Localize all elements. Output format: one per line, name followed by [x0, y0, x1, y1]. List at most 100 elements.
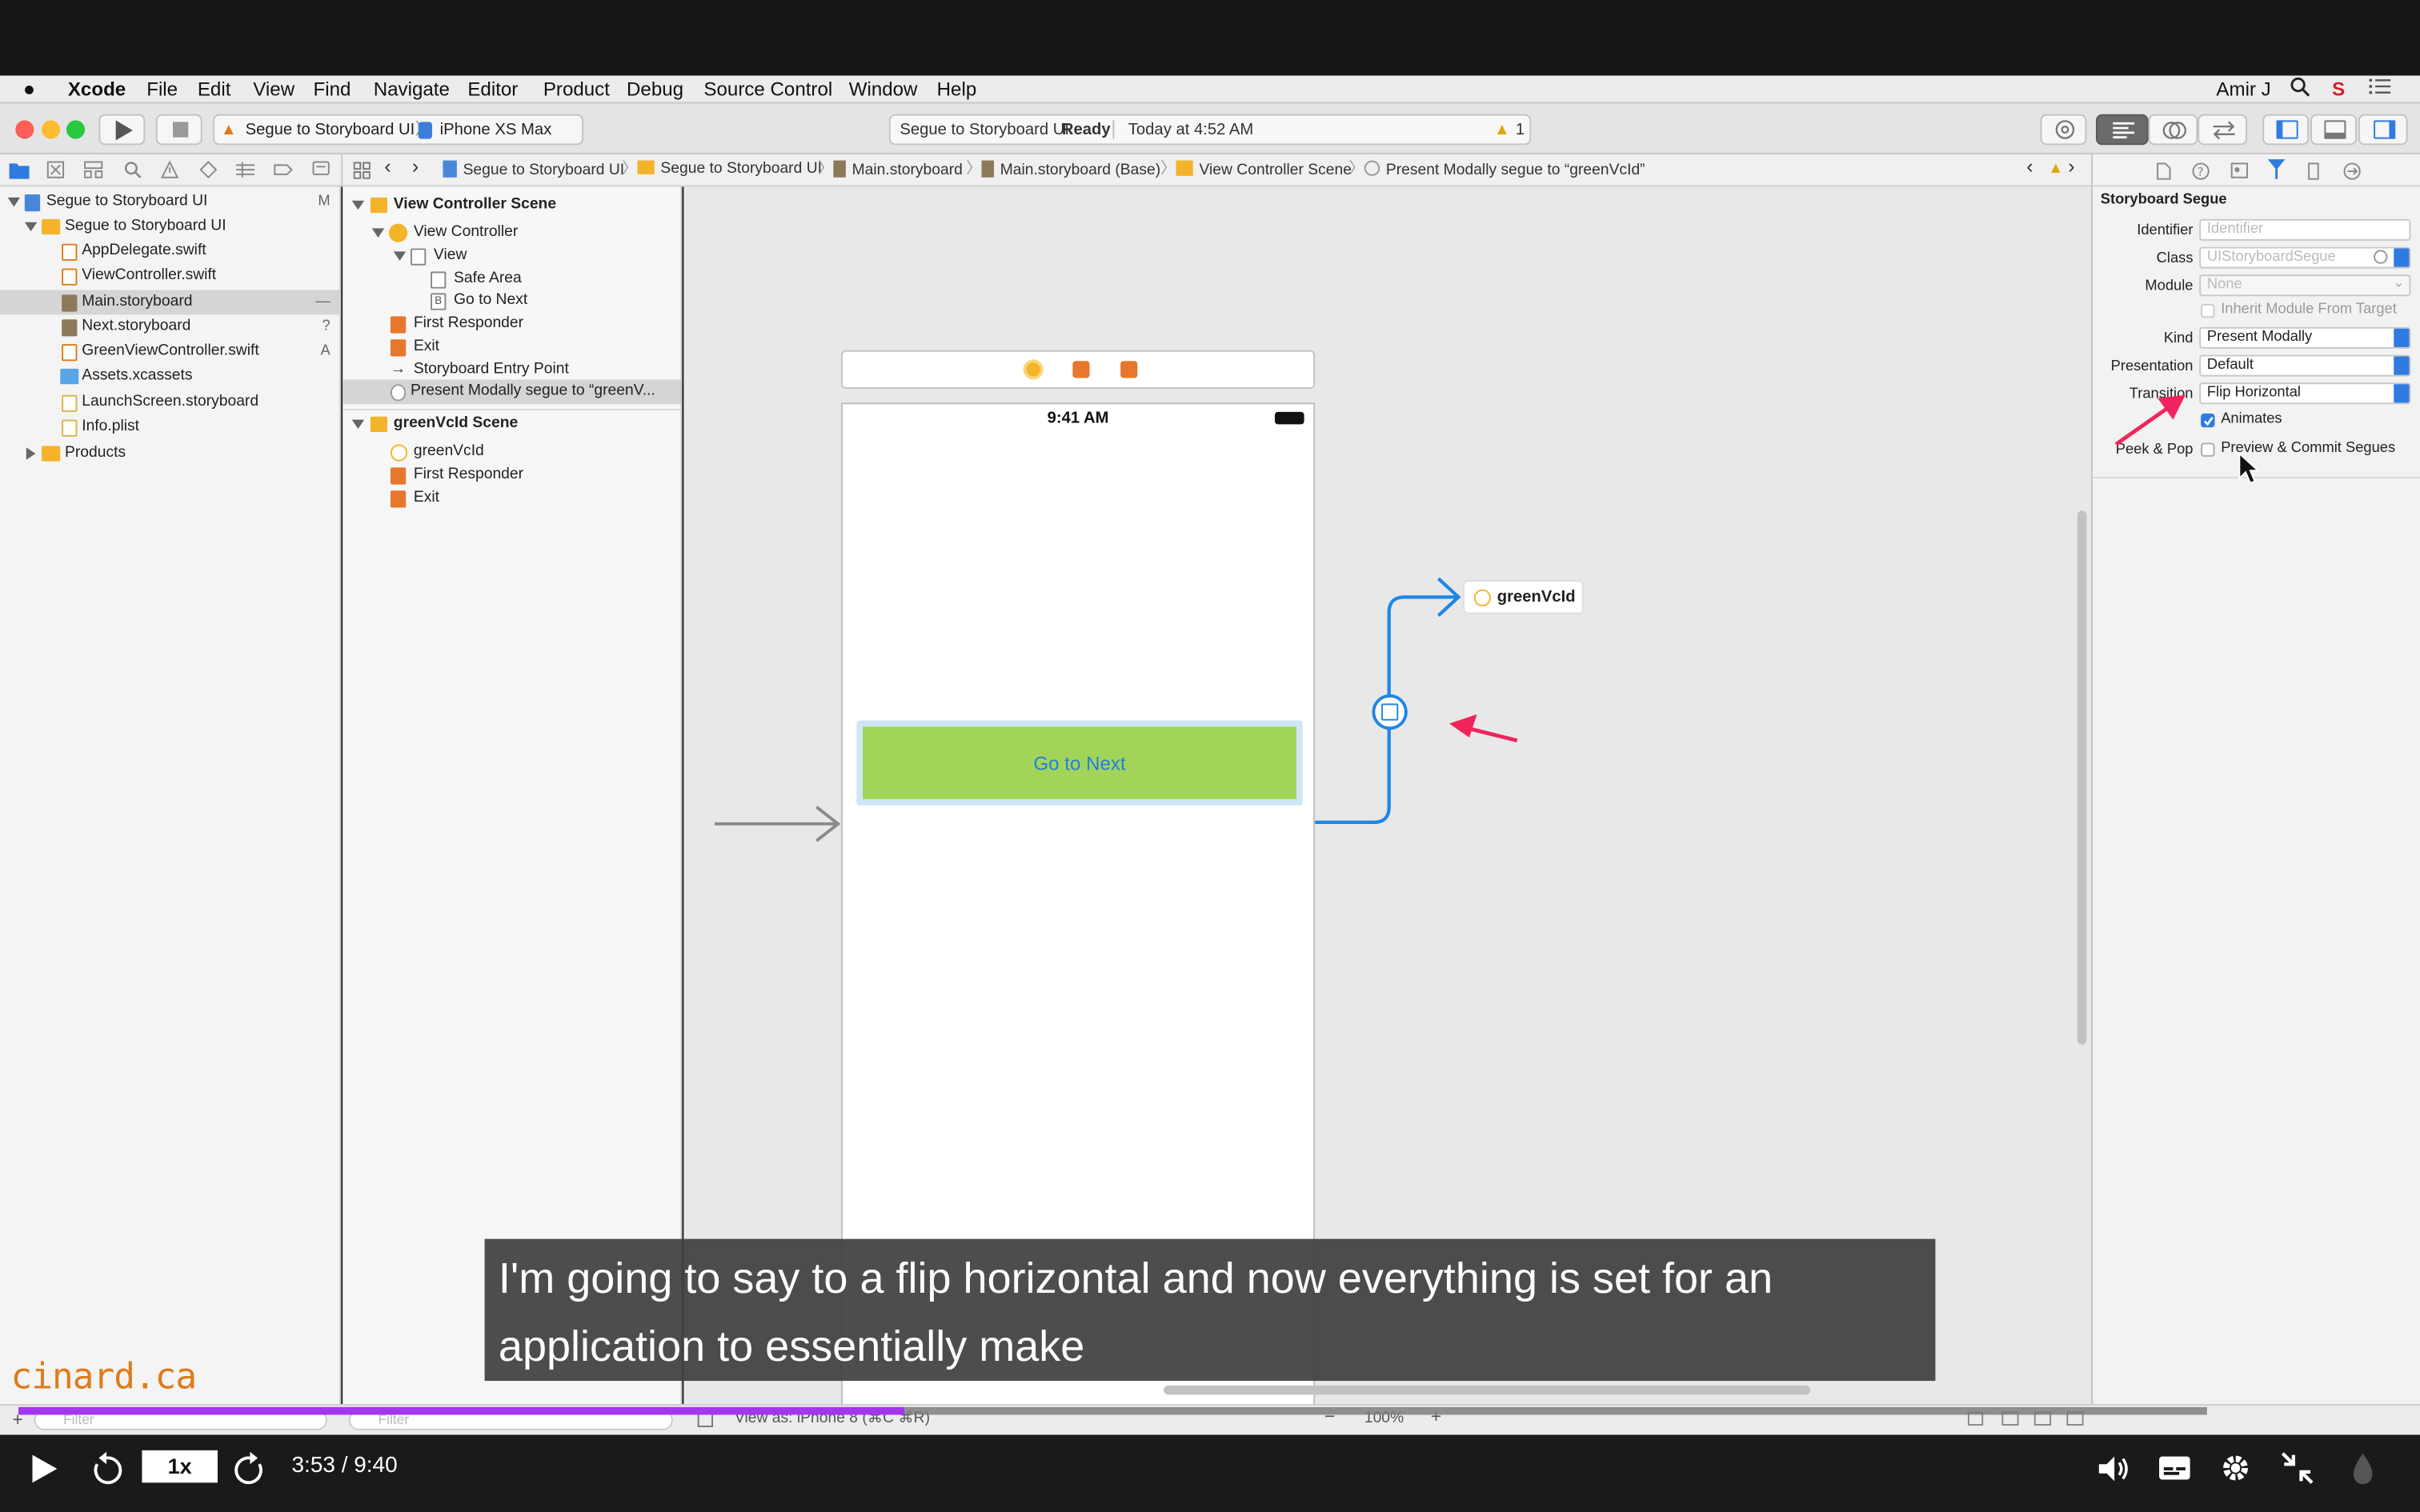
peek-pop-checkbox[interactable]	[2201, 442, 2215, 457]
navigator-item-viewcontroller[interactable]: ViewController.swift	[0, 264, 339, 289]
menu-source-control[interactable]: Source Control	[703, 77, 832, 102]
identity-inspector-icon[interactable]	[2230, 162, 2249, 178]
transition-popup[interactable]: Flip Horizontal	[2199, 382, 2411, 405]
disclosure-triangle-icon[interactable]	[371, 228, 385, 238]
connections-inspector-icon[interactable]	[2343, 162, 2362, 180]
quick-help-icon[interactable]: ?	[2192, 162, 2210, 180]
menu-help[interactable]: Help	[937, 77, 977, 102]
outline-item-go-to-next[interactable]: B Go to Next	[343, 289, 680, 314]
exit-fullscreen-icon[interactable]	[2281, 1452, 2314, 1485]
breadcrumb-scene[interactable]: View Controller Scene	[1176, 160, 1352, 181]
rewind-icon[interactable]	[90, 1450, 123, 1487]
attributes-inspector-icon[interactable]	[2267, 159, 2286, 181]
menu-file[interactable]: File	[146, 77, 178, 102]
standard-editor-button[interactable]	[2095, 114, 2149, 146]
library-button[interactable]	[2040, 114, 2087, 146]
animates-checkbox[interactable]	[2201, 413, 2215, 428]
navigator-item-products[interactable]: Products	[0, 442, 339, 466]
inherit-module-checkbox[interactable]	[2201, 303, 2215, 318]
issue-navigator-icon[interactable]	[160, 160, 179, 179]
settings-gear-icon[interactable]	[2219, 1452, 2252, 1485]
vertical-scrollbar[interactable]	[2077, 510, 2087, 1045]
disclosure-triangle-icon[interactable]	[351, 419, 365, 430]
report-navigator-icon[interactable]	[312, 161, 331, 179]
disclosure-triangle-icon[interactable]	[26, 447, 36, 460]
breadcrumb-storyboard[interactable]: Main.storyboard	[833, 160, 963, 181]
find-navigator-icon[interactable]	[123, 161, 142, 179]
disclosure-triangle-icon[interactable]	[24, 222, 38, 232]
class-field[interactable]: UIStoryboardSegue	[2199, 246, 2411, 269]
menu-user[interactable]: Amir J	[2216, 77, 2270, 102]
outline-item-green-scene[interactable]: greenVcId Scene	[343, 412, 680, 437]
close-window-button[interactable]	[15, 120, 34, 139]
entry-point-arrow-icon[interactable]	[714, 804, 844, 844]
destination-scene[interactable]: greenVcId	[1463, 580, 1584, 614]
outline-item-exit[interactable]: Exit	[343, 334, 680, 359]
captions-icon[interactable]	[2158, 1455, 2191, 1482]
file-inspector-icon[interactable]	[2156, 162, 2171, 180]
apple-icon[interactable]: ●	[23, 77, 35, 102]
stop-button[interactable]	[155, 114, 202, 146]
outline-item-scene[interactable]: View Controller Scene	[343, 193, 680, 218]
menu-navigate[interactable]: Navigate	[374, 77, 450, 102]
outline-item-view[interactable]: View	[343, 244, 680, 269]
chevron-down-icon[interactable]	[2394, 248, 2410, 267]
navigator-item-assets[interactable]: Assets.xcassets	[0, 364, 339, 389]
outline-item-segue[interactable]: Present Modally segue to “greenV...	[343, 379, 681, 405]
navigator-item-group[interactable]: Segue to Storyboard UI	[0, 214, 339, 239]
menu-edit[interactable]: Edit	[198, 77, 231, 102]
menu-view[interactable]: View	[253, 77, 294, 102]
first-responder-dock-icon[interactable]	[1072, 361, 1090, 378]
navigator-item-appdelegate[interactable]: AppDelegate.swift	[0, 239, 339, 264]
menu-window[interactable]: Window	[849, 77, 918, 102]
project-navigator-icon[interactable]	[9, 161, 30, 179]
playback-speed-button[interactable]: 1x	[142, 1450, 218, 1483]
assistant-editor-button[interactable]	[2148, 114, 2198, 146]
menu-product[interactable]: Product	[543, 77, 610, 102]
test-navigator-icon[interactable]	[199, 161, 218, 179]
notification-list-icon[interactable]	[2369, 77, 2391, 102]
warning-count[interactable]: 1	[1516, 116, 1525, 144]
exit-dock-icon[interactable]	[1120, 361, 1138, 378]
disclosure-triangle-icon[interactable]	[351, 200, 365, 210]
menu-app[interactable]: Xcode	[68, 77, 126, 102]
navigator-item-main-storyboard[interactable]: Main.storyboard —	[0, 290, 340, 315]
toggle-debug-area-button[interactable]	[2310, 114, 2357, 146]
volume-icon[interactable]	[2097, 1454, 2131, 1485]
issue-warning-icon[interactable]: ▲	[2048, 161, 2063, 179]
breadcrumb-segue[interactable]: Present Modally segue to “greenVcId”	[1364, 160, 1645, 181]
menu-debug[interactable]: Debug	[627, 77, 683, 102]
navigator-item-launchscreen[interactable]: LaunchScreen.storyboard	[0, 390, 339, 415]
next-issue-icon[interactable]: ›	[2068, 156, 2074, 176]
breadcrumb-storyboard-base[interactable]: Main.storyboard (Base)	[981, 160, 1160, 181]
version-editor-button[interactable]	[2198, 114, 2247, 146]
symbol-navigator-icon[interactable]	[83, 161, 103, 179]
breadcrumb-project[interactable]: Segue to Storyboard UI	[443, 160, 624, 181]
navigator-item-next-storyboard[interactable]: Next.storyboard ?	[0, 314, 339, 339]
menu-editor[interactable]: Editor	[467, 77, 518, 102]
kind-popup[interactable]: Present Modally	[2199, 326, 2411, 349]
warning-icon[interactable]: ▲	[1494, 116, 1510, 144]
navigator-item-project[interactable]: Segue to Storyboard UI M	[0, 190, 339, 214]
go-to-class-icon[interactable]	[2374, 250, 2388, 264]
outline-item-green-vc[interactable]: greenVcId	[343, 440, 680, 465]
back-arrow-icon[interactable]: ‹	[384, 156, 391, 176]
forward-icon[interactable]	[233, 1450, 266, 1487]
menu-find[interactable]: Find	[313, 77, 351, 102]
outline-item-green-exit[interactable]: Exit	[343, 486, 680, 510]
storyboard-canvas[interactable]: 9:41 AM Go to Next greenVcId	[683, 186, 2092, 1404]
outline-item-view-controller[interactable]: View Controller	[343, 221, 680, 246]
breakpoint-navigator-icon[interactable]	[273, 161, 293, 179]
run-button[interactable]	[98, 114, 146, 146]
scheme-selector[interactable]: ▲ Segue to Storyboard UI 〉 iPhone XS Max	[213, 114, 583, 146]
navigator-item-greenviewcontroller[interactable]: GreenViewController.swift A	[0, 339, 339, 364]
horizontal-scrollbar[interactable]	[1164, 1385, 1811, 1395]
module-field[interactable]: None ⌄	[2199, 274, 2411, 297]
zoom-window-button[interactable]	[66, 120, 86, 139]
spotlight-search-icon[interactable]	[2290, 77, 2310, 103]
debug-navigator-icon[interactable]	[236, 161, 255, 179]
outline-item-first-responder[interactable]: First Responder	[343, 312, 680, 337]
view-controller-dock-icon[interactable]	[1023, 359, 1044, 380]
drop-icon[interactable]	[2350, 1452, 2375, 1486]
source-control-navigator-icon[interactable]	[46, 161, 65, 179]
